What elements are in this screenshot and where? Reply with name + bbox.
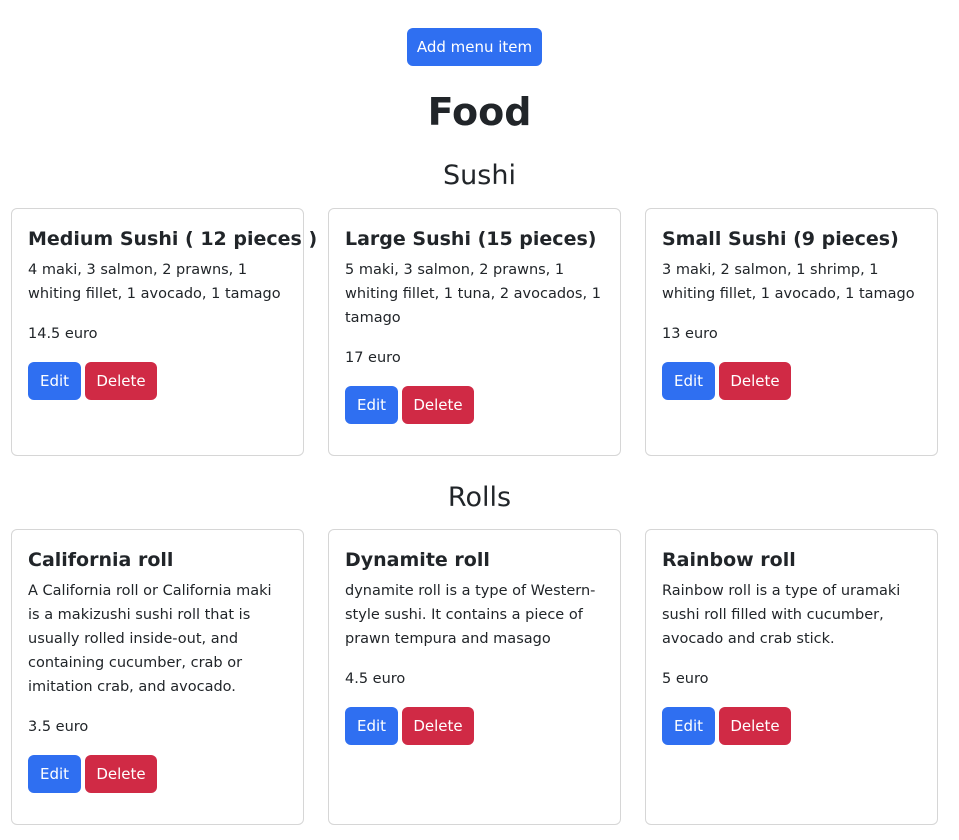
item-price: 5 euro <box>662 671 709 687</box>
menu-card: California roll A California roll or Cal… <box>11 529 304 825</box>
delete-button[interactable]: Delete <box>85 755 157 793</box>
item-name: Large Sushi (15 pieces) <box>345 228 597 250</box>
section-title-sushi: Sushi <box>443 160 516 191</box>
delete-button[interactable]: Delete <box>719 707 791 745</box>
card-actions: Edit Delete <box>662 362 921 400</box>
menu-card: Medium Sushi ( 12 pieces ) 4 maki, 3 sal… <box>11 208 318 456</box>
item-price: 3.5 euro <box>28 719 89 735</box>
item-name: California roll <box>28 549 174 571</box>
menu-card: Small Sushi (9 pieces) 3 maki, 2 salmon,… <box>645 208 938 456</box>
item-price: 4.5 euro <box>345 671 406 687</box>
item-name: Rainbow roll <box>662 549 796 571</box>
item-description: 3 maki, 2 salmon, 1 shrimp, 1 whiting fi… <box>662 262 915 302</box>
item-description: Rainbow roll is a type of uramaki sushi … <box>662 583 901 647</box>
item-description: 4 maki, 3 salmon, 2 prawns, 1 whiting fi… <box>28 262 281 302</box>
item-name: Small Sushi (9 pieces) <box>662 228 899 250</box>
delete-button[interactable]: Delete <box>85 362 157 400</box>
item-name: Medium Sushi ( 12 pieces ) <box>28 228 318 250</box>
item-description: dynamite roll is a type of Western-style… <box>345 583 596 647</box>
edit-button[interactable]: Edit <box>662 362 715 400</box>
card-actions: Edit Delete <box>662 707 921 745</box>
item-price: 17 euro <box>345 350 401 366</box>
item-price: 14.5 euro <box>28 326 98 342</box>
menu-card: Large Sushi (15 pieces) 5 maki, 3 salmon… <box>328 208 621 456</box>
delete-button[interactable]: Delete <box>719 362 791 400</box>
card-actions: Edit Delete <box>28 362 287 400</box>
card-actions: Edit Delete <box>28 755 287 793</box>
delete-button[interactable]: Delete <box>402 386 474 424</box>
card-actions: Edit Delete <box>345 707 604 745</box>
item-description: A California roll or California maki is … <box>28 583 272 695</box>
edit-button[interactable]: Edit <box>662 707 715 745</box>
edit-button[interactable]: Edit <box>28 755 81 793</box>
edit-button[interactable]: Edit <box>28 362 81 400</box>
menu-card: Dynamite roll dynamite roll is a type of… <box>328 529 621 825</box>
edit-button[interactable]: Edit <box>345 386 398 424</box>
item-description: 5 maki, 3 salmon, 2 prawns, 1 whiting fi… <box>345 262 601 326</box>
section-title-rolls: Rolls <box>447 482 512 513</box>
item-price: 13 euro <box>662 326 718 342</box>
edit-button[interactable]: Edit <box>345 707 398 745</box>
delete-button[interactable]: Delete <box>402 707 474 745</box>
item-name: Dynamite roll <box>345 549 490 571</box>
card-actions: Edit Delete <box>345 386 604 424</box>
page-title: Food <box>427 90 532 134</box>
add-menu-item-button[interactable]: Add menu item <box>407 28 542 66</box>
menu-card: Rainbow roll Rainbow roll is a type of u… <box>645 529 938 825</box>
